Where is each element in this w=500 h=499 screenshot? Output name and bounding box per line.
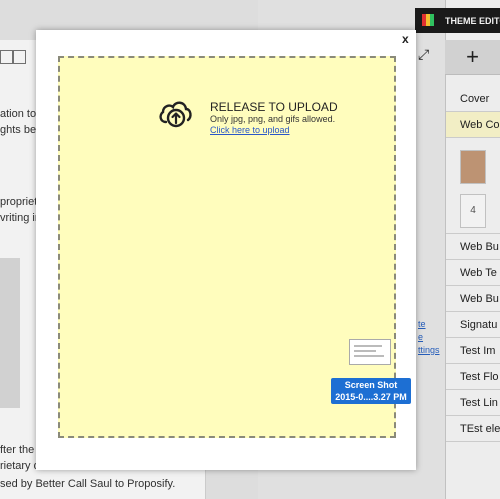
upload-modal: x RELEASE TO UPLOAD Only jpg, png, and g… xyxy=(36,30,416,470)
upload-title: RELEASE TO UPLOAD xyxy=(210,100,338,114)
dragged-file-date: 2015-0....3.27 PM xyxy=(335,392,407,402)
dragged-file-thumbnail[interactable] xyxy=(349,339,391,365)
click-to-upload-link[interactable]: Click here to upload xyxy=(210,125,290,135)
upload-subtitle: Only jpg, png, and gifs allowed. xyxy=(210,114,336,124)
close-icon[interactable]: x xyxy=(402,32,409,46)
upload-cloud-icon xyxy=(159,101,192,128)
dragged-file-label: Screen Shot 2015-0....3.27 PM xyxy=(331,378,411,404)
dragged-file-name: Screen Shot xyxy=(344,380,398,390)
